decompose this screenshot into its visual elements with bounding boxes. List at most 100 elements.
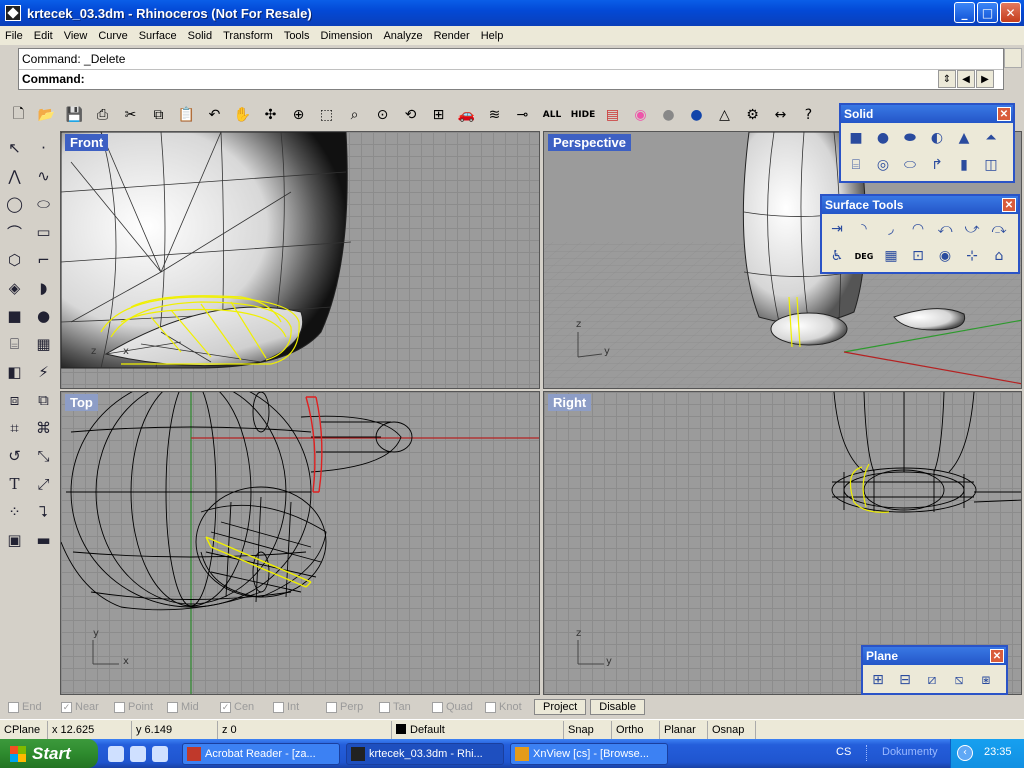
viewport-title-front[interactable]: Front xyxy=(65,134,109,151)
circle-icon[interactable]: ◯ xyxy=(0,190,29,218)
options-gear-icon[interactable]: ⚙ xyxy=(740,103,765,128)
osnap-knot-checkbox[interactable] xyxy=(485,701,496,713)
boolean-icon[interactable]: ◫ xyxy=(979,153,1003,177)
command-prompt[interactable]: Command: xyxy=(19,69,1003,87)
command-history-scrollbar[interactable] xyxy=(1004,48,1022,68)
rectangle-icon[interactable]: ▭ xyxy=(29,218,58,246)
viewport-title-right[interactable]: Right xyxy=(548,394,592,411)
planar-toggle[interactable]: Planar xyxy=(660,720,708,739)
menu-transform[interactable]: Transform xyxy=(218,30,279,42)
surface-corner-icon[interactable]: ◈ xyxy=(0,274,29,302)
car-render-icon[interactable]: 🚗 xyxy=(454,103,479,128)
point-icon[interactable]: · xyxy=(29,134,58,162)
maximize-button[interactable]: □ xyxy=(977,2,998,23)
ellipsoid-icon[interactable]: ⬬ xyxy=(898,126,922,150)
new-file-icon[interactable]: 🗋 xyxy=(6,103,31,128)
blend-surface-icon[interactable]: ⤺ xyxy=(933,217,957,241)
osnap-point-checkbox[interactable] xyxy=(114,701,125,713)
osnap-quad-checkbox[interactable] xyxy=(432,701,443,713)
cut-icon[interactable]: ✂ xyxy=(118,103,143,128)
taskbar-item-rhino[interactable]: krtecek_03.3dm - Rhi... xyxy=(346,742,504,765)
title-bar[interactable]: krtecek_03.3dm - Rhinoceros (Not For Res… xyxy=(0,0,1024,26)
rotate-view-icon[interactable]: ✣ xyxy=(258,103,283,128)
box-solid-icon[interactable]: ■ xyxy=(844,126,868,150)
untrim-icon[interactable]: ◉ xyxy=(933,244,957,268)
start-button[interactable]: Start xyxy=(0,739,98,768)
cutting-plane-icon[interactable]: ⧆ xyxy=(974,668,998,692)
menu-render[interactable]: Render xyxy=(429,30,476,42)
scale-icon[interactable]: ⤡ xyxy=(29,442,58,470)
tray-expand-icon[interactable]: ‹ xyxy=(957,745,973,761)
extend-surface-icon[interactable]: ⇥ xyxy=(825,217,849,241)
osnap-near[interactable]: ✓ Near xyxy=(61,701,106,713)
print-icon[interactable]: ⎙ xyxy=(90,103,115,128)
disable-button[interactable]: Disable xyxy=(590,699,645,715)
extrude-solid-icon[interactable]: ▮ xyxy=(952,153,976,177)
menu-dimension[interactable]: Dimension xyxy=(316,30,379,42)
menu-solid[interactable]: Solid xyxy=(183,30,218,42)
osnap-near-checkbox[interactable]: ✓ xyxy=(61,701,72,713)
text-icon[interactable]: T xyxy=(0,470,29,498)
surface-tools-panel-title[interactable]: Surface Tools ✕ xyxy=(822,196,1018,214)
rendered-sphere-icon[interactable]: ● xyxy=(684,103,709,128)
menu-file[interactable]: File xyxy=(0,30,29,42)
shaded-sphere-icon[interactable]: ● xyxy=(656,103,681,128)
viewport-title-top[interactable]: Top xyxy=(65,394,98,411)
osnap-int-checkbox[interactable] xyxy=(273,701,284,713)
menu-surface[interactable]: Surface xyxy=(134,30,183,42)
zoom-extents-icon[interactable]: ⌕ xyxy=(342,103,367,128)
select-all-button[interactable]: ALL xyxy=(538,103,566,128)
select-icon[interactable]: ⊸ xyxy=(510,103,535,128)
ellipse-icon[interactable]: ⬭ xyxy=(29,190,58,218)
undo-icon[interactable]: ↶ xyxy=(202,103,227,128)
osnap-end-checkbox[interactable] xyxy=(8,701,19,713)
points-on-icon[interactable]: ⁘ xyxy=(0,498,29,526)
plane-panel-title[interactable]: Plane ✕ xyxy=(863,647,1006,665)
osnap-knot[interactable]: Knot xyxy=(485,701,530,713)
osnap-mid[interactable]: Mid xyxy=(167,701,212,713)
ortho-toggle[interactable]: Ortho xyxy=(612,720,660,739)
project-button[interactable]: Project xyxy=(534,699,587,715)
merge-surface-icon[interactable]: ⤼ xyxy=(987,217,1011,241)
ground-plane-icon[interactable]: ▬ xyxy=(29,526,58,554)
plane-center-icon[interactable]: ⊟ xyxy=(893,668,917,692)
top-viewport[interactable]: Top y x xyxy=(60,391,540,695)
change-degree-button[interactable]: DEG xyxy=(852,244,876,268)
osnap-tan-checkbox[interactable] xyxy=(379,701,390,713)
fillet-surface-icon[interactable]: ◝ xyxy=(852,217,876,241)
transform-icon[interactable]: ⌗ xyxy=(0,414,29,442)
osnap-int[interactable]: Int xyxy=(273,701,318,713)
arc-icon[interactable]: ⌒ xyxy=(0,218,29,246)
osnap-toggle[interactable]: Osnap xyxy=(708,720,756,739)
menu-view[interactable]: View xyxy=(59,30,94,42)
join-icon[interactable]: ⧈ xyxy=(0,386,29,414)
layer-stack-icon[interactable]: ▤ xyxy=(600,103,625,128)
solid-toolbar-panel[interactable]: Solid ✕ ■ ● ⬬ ◐ ▲ ⏶ ⌸ ◎ ⬭ ↱ ▮ ◫ xyxy=(839,103,1015,183)
help-icon[interactable]: ? xyxy=(796,103,821,128)
osnap-point[interactable]: Point xyxy=(114,701,159,713)
tube-icon[interactable]: ◎ xyxy=(871,153,895,177)
plane-corner-icon[interactable]: ⊞ xyxy=(866,668,890,692)
light-cone-icon[interactable]: △ xyxy=(712,103,737,128)
chamfer-surface-icon[interactable]: ◞ xyxy=(879,217,903,241)
osnap-cen-checkbox[interactable]: ✓ xyxy=(220,701,231,713)
cone-icon[interactable]: ▲ xyxy=(952,126,976,150)
surface-tools-panel[interactable]: Surface Tools ✕ ⇥ ◝ ◞ ◠ ⤺ ⤻ ⤼ ♿ DEG ▦ ⊡ … xyxy=(820,194,1020,274)
menu-curve[interactable]: Curve xyxy=(93,30,133,42)
trim-icon[interactable]: ⚡ xyxy=(29,358,58,386)
osnap-tan[interactable]: Tan xyxy=(379,701,424,713)
solid-panel-title[interactable]: Solid ✕ xyxy=(841,105,1013,123)
taskbar-item-acrobat[interactable]: Acrobat Reader - [za... xyxy=(182,742,340,765)
osnap-quad[interactable]: Quad xyxy=(432,701,477,713)
match-surface-icon[interactable]: ⤻ xyxy=(960,217,984,241)
osnap-perp-checkbox[interactable] xyxy=(326,701,337,713)
command-right-arrow-icon[interactable]: ▶ xyxy=(976,70,994,88)
array-icon[interactable]: ⌘ xyxy=(29,414,58,442)
front-viewport[interactable]: Front z x xyxy=(60,131,540,389)
edit-point-icon[interactable]: ⌂ xyxy=(987,244,1011,268)
close-icon[interactable]: ✕ xyxy=(1002,198,1016,212)
paste-icon[interactable]: 📋 xyxy=(174,103,199,128)
vertical-plane-icon[interactable]: ⧄ xyxy=(920,668,944,692)
pan-hand-icon[interactable]: ✋ xyxy=(230,103,255,128)
viewport-title-perspective[interactable]: Perspective xyxy=(548,134,631,151)
